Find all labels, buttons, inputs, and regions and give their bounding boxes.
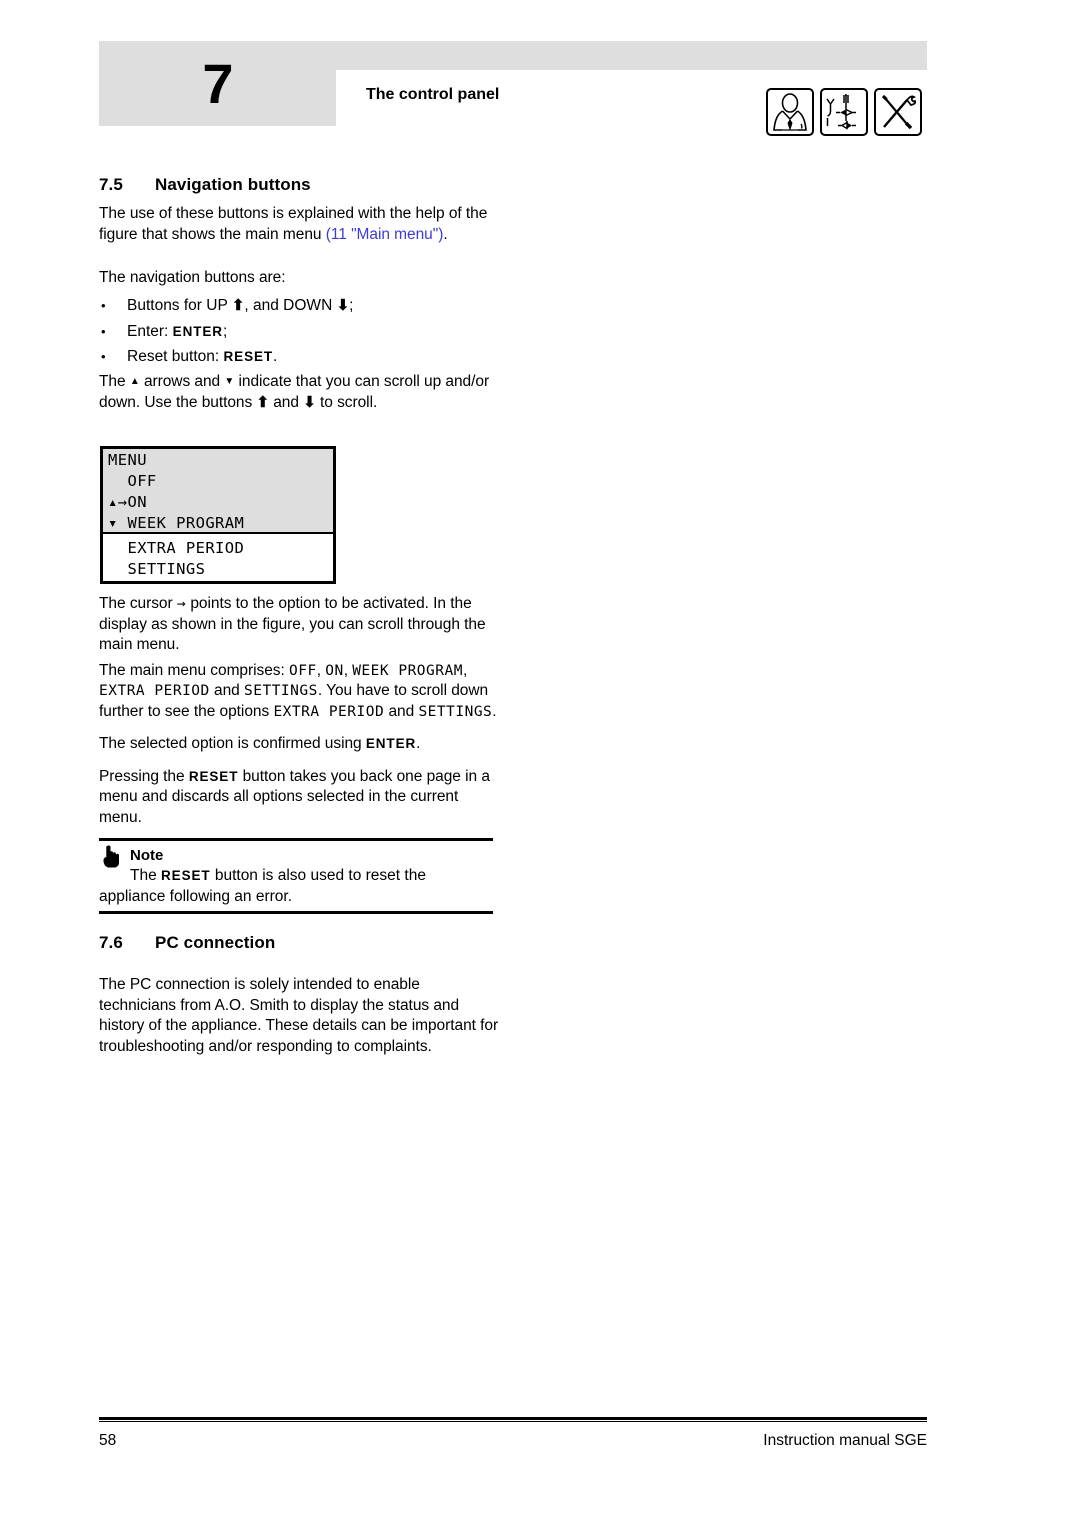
lcd-line-settings: SETTINGS — [108, 560, 206, 578]
mm-a: The main menu comprises: — [99, 661, 289, 679]
document-page: 7 The control panel 7.5 Navigation butto… — [0, 0, 1080, 1528]
list-item-reset: Reset button: RESET. — [99, 344, 493, 370]
nav-p3-a: The — [99, 373, 130, 390]
main-menu-cross-reference-link[interactable]: (11 "Main menu") — [326, 226, 444, 243]
down-arrow-icon-2: ⬇ — [303, 393, 316, 411]
confirm-a: The selected option is confirmed using — [99, 735, 366, 752]
reset-paragraph: Pressing the RESET button takes you back… — [99, 767, 499, 829]
mm-c3: , — [462, 661, 468, 679]
nav-p3-e: to scroll. — [315, 393, 378, 411]
chapter-number-block: 7 — [99, 41, 336, 126]
bullet-2-pre: Reset button: — [127, 348, 224, 365]
footer-rule-thin — [99, 1421, 927, 1422]
mm-c2: , — [343, 661, 353, 679]
enter-key-label: ENTER — [172, 323, 223, 339]
section-number-76: 7.6 — [99, 933, 123, 952]
note-box: Note The RESET button is also used to re… — [99, 838, 493, 914]
section-number-75: 7.5 — [99, 175, 123, 194]
section-76-block: 7.6 PC connection The PC connection is so… — [99, 933, 499, 1057]
down-arrow-icon: ⬇ — [336, 297, 350, 314]
nav-paragraph-3: The ▲ arrows and ▼ indicate that you can… — [99, 372, 493, 413]
page-header: 7 The control panel — [0, 0, 1080, 160]
note-bottom-rule — [99, 911, 493, 914]
lcd-line-on-selected: ▴→ON — [108, 493, 147, 511]
bullet-0-mid: , and DOWN — [244, 297, 337, 314]
reset-key-label-2: RESET — [188, 768, 239, 784]
lcd-line-menu: MENU — [108, 451, 147, 469]
crossed-tools-icon — [874, 88, 922, 136]
bullet-0-pre: Buttons for UP — [127, 297, 232, 314]
enter-key-label-2: ENTER — [365, 736, 417, 751]
mm-end: . — [492, 702, 497, 720]
menu-option-extra-period: EXTRA PERIOD — [99, 683, 210, 699]
page-number: 58 — [99, 1432, 117, 1449]
reset-key-label-3: RESET — [161, 868, 211, 883]
menu-option-week-program: WEEK PROGRAM — [352, 662, 463, 679]
cursor-p-a: The cursor — [99, 595, 177, 612]
lcd-offscreen-items: EXTRA PERIOD SETTINGS — [103, 534, 333, 581]
after-figure-text: The cursor → points to the option to be … — [99, 594, 499, 828]
section-title-76: PC connection — [155, 933, 276, 952]
small-down-arrow-icon: ▼ — [224, 376, 235, 387]
navigation-buttons-list: Buttons for UP ⬆, and DOWN ⬇; Enter: ENT… — [99, 293, 493, 370]
header-icon-group — [766, 88, 922, 136]
menu-option-on: ON — [325, 662, 344, 679]
menu-option-settings-2: SETTINGS — [418, 703, 493, 720]
lcd-display-figure: MENU OFF ▴→ON ▾ WEEK PROGRAM EXTRA PERIO… — [100, 446, 336, 584]
page-footer: 58 Instruction manual SGE — [99, 1417, 927, 1450]
footer-rule-thick — [99, 1417, 927, 1420]
section-title-75: Navigation buttons — [155, 175, 311, 194]
bullet-1-pre: Enter: — [127, 322, 173, 340]
up-arrow-icon-2: ⬆ — [256, 393, 269, 411]
chapter-title: The control panel — [366, 86, 500, 103]
menu-option-settings: SETTINGS — [244, 683, 318, 699]
cursor-paragraph: The cursor → points to the option to be … — [99, 594, 499, 656]
note-text: The RESET button is also used to reset t… — [99, 866, 493, 907]
lcd-visible-screen: MENU OFF ▴→ON ▾ WEEK PROGRAM — [103, 449, 333, 534]
lcd-line-week-program: ▾ WEEK PROGRAM — [108, 514, 245, 532]
manual-title: Instruction manual SGE — [763, 1432, 927, 1449]
gas-valve-schematic-icon — [820, 88, 868, 136]
section-heading-75: 7.5 Navigation buttons — [99, 175, 311, 195]
menu-option-off: OFF — [289, 662, 317, 679]
menu-option-extra-period-2: EXTRA PERIOD — [273, 703, 385, 720]
note-title: Note — [130, 847, 164, 864]
mm-and2: and — [384, 702, 419, 720]
installer-person-icon — [766, 88, 814, 136]
bullet-1-post: ; — [222, 322, 228, 340]
confirm-b: . — [416, 735, 421, 752]
chapter-number: 7 — [202, 52, 233, 115]
note-body: Note The RESET button is also used to re… — [99, 841, 493, 911]
nav-paragraph-1: The use of these buttons is explained wi… — [99, 204, 493, 245]
footer-row: 58 Instruction manual SGE — [99, 1432, 927, 1450]
list-item-up-down: Buttons for UP ⬆, and DOWN ⬇; — [99, 293, 493, 319]
mm-and: and — [209, 682, 244, 699]
mm-c1: , — [316, 661, 326, 679]
cursor-arrow-icon: → — [176, 596, 187, 612]
nav-paragraph-2: The navigation buttons are: — [99, 269, 286, 286]
nav-p3-b: arrows and — [139, 373, 225, 390]
lcd-line-extra-period: EXTRA PERIOD — [108, 539, 245, 557]
confirm-paragraph: The selected option is confirmed using E… — [99, 734, 499, 755]
nav-p3-d: and — [268, 393, 304, 411]
up-arrow-icon: ⬆ — [231, 297, 245, 314]
list-item-enter: Enter: ENTER; — [99, 319, 493, 345]
main-menu-comprises-paragraph: The main menu comprises: OFF, ON, WEEK P… — [99, 661, 499, 723]
section-heading-76: 7.6 PC connection — [99, 933, 499, 953]
lcd-line-off: OFF — [108, 472, 157, 490]
reset-key-label: RESET — [223, 349, 274, 364]
pc-connection-paragraph: The PC connection is solely intended to … — [99, 976, 499, 1055]
pointing-hand-icon — [100, 844, 124, 870]
small-up-arrow-icon: ▲ — [129, 376, 140, 387]
nav-p1-text-b: . — [443, 225, 448, 243]
reset-a: Pressing the — [99, 767, 189, 785]
bullet-0-post: ; — [349, 297, 354, 314]
bullet-2-post: . — [273, 348, 278, 365]
